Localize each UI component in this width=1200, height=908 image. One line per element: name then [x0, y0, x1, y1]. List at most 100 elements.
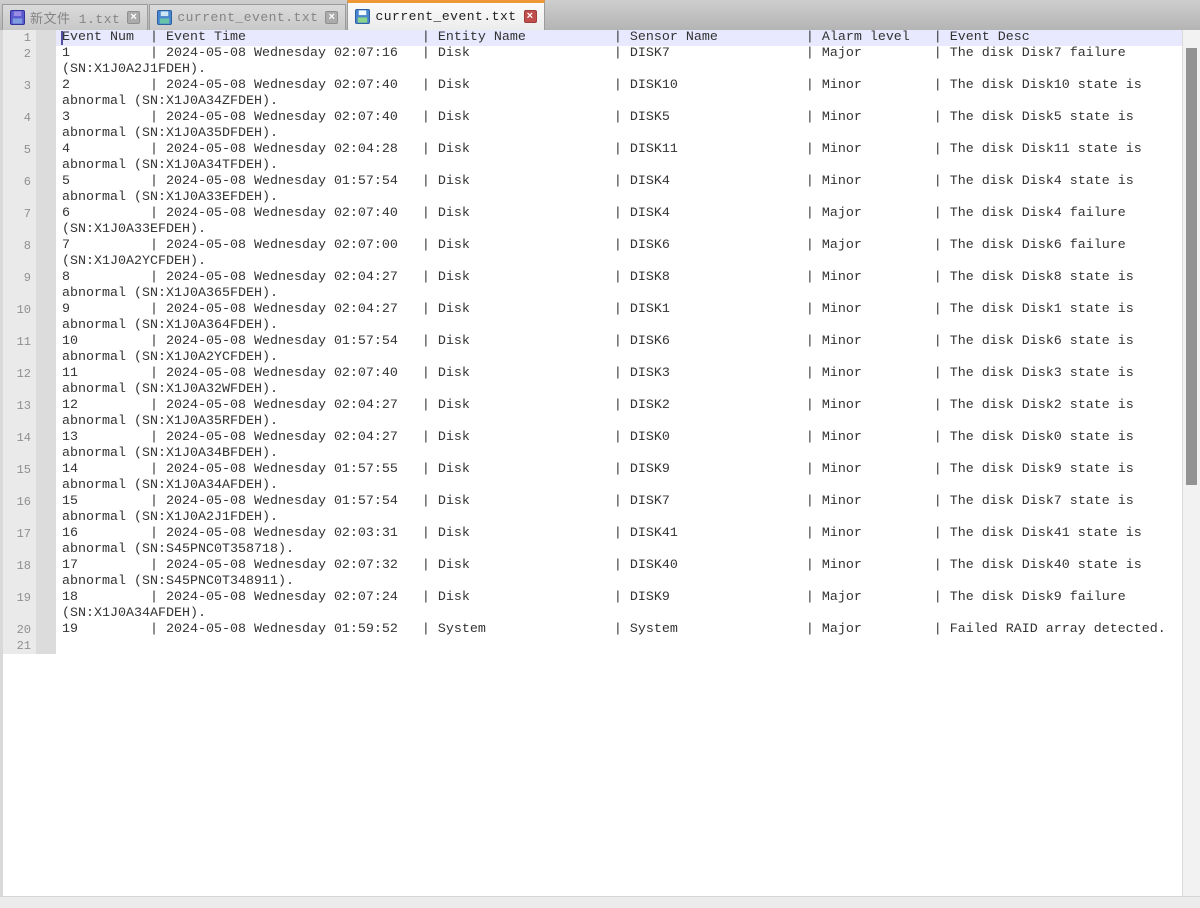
editor-row[interactable]: abnormal (SN:X1J0A2YCFDEH).: [3, 350, 1182, 366]
line-text[interactable]: abnormal (SN:X1J0A35DFDEH).: [56, 126, 1182, 142]
editor-row[interactable]: 1615 | 2024-05-08 Wednesday 01:57:54 | D…: [3, 494, 1182, 510]
tab-current-event-2-active[interactable]: current_event.txt ×: [347, 0, 544, 30]
close-icon[interactable]: ×: [325, 11, 338, 24]
editor-row[interactable]: 32 | 2024-05-08 Wednesday 02:07:40 | Dis…: [3, 78, 1182, 94]
editor-row[interactable]: abnormal (SN:S45PNC0T358718).: [3, 542, 1182, 558]
editor-row[interactable]: abnormal (SN:X1J0A35RFDEH).: [3, 414, 1182, 430]
line-text[interactable]: abnormal (SN:X1J0A364FDEH).: [56, 318, 1182, 334]
editor-row[interactable]: abnormal (SN:X1J0A364FDEH).: [3, 318, 1182, 334]
vertical-scrollbar[interactable]: [1182, 30, 1200, 896]
tab-current-event-1[interactable]: current_event.txt ×: [149, 4, 346, 30]
bookmark-margin: [36, 334, 56, 350]
line-text[interactable]: 6 | 2024-05-08 Wednesday 02:07:40 | Disk…: [56, 206, 1182, 222]
editor-row[interactable]: abnormal (SN:X1J0A33EFDEH).: [3, 190, 1182, 206]
line-text[interactable]: 4 | 2024-05-08 Wednesday 02:04:28 | Disk…: [56, 142, 1182, 158]
editor[interactable]: 1Event Num | Event Time | Entity Name | …: [0, 30, 1200, 896]
line-text[interactable]: 11 | 2024-05-08 Wednesday 02:07:40 | Dis…: [56, 366, 1182, 382]
tab-label: 新文件 1.txt: [30, 8, 120, 27]
line-text[interactable]: 18 | 2024-05-08 Wednesday 02:07:24 | Dis…: [56, 590, 1182, 606]
editor-row[interactable]: abnormal (SN:X1J0A34TFDEH).: [3, 158, 1182, 174]
line-text[interactable]: 19 | 2024-05-08 Wednesday 01:59:52 | Sys…: [56, 622, 1182, 638]
line-text[interactable]: abnormal (SN:X1J0A35RFDEH).: [56, 414, 1182, 430]
tab-new-file-1[interactable]: 新文件 1.txt ×: [2, 4, 148, 30]
editor-row[interactable]: (SN:X1J0A33EFDEH).: [3, 222, 1182, 238]
line-text[interactable]: abnormal (SN:X1J0A34TFDEH).: [56, 158, 1182, 174]
line-text[interactable]: 8 | 2024-05-08 Wednesday 02:04:27 | Disk…: [56, 270, 1182, 286]
line-text[interactable]: abnormal (SN:S45PNC0T348911).: [56, 574, 1182, 590]
editor-row[interactable]: 1817 | 2024-05-08 Wednesday 02:07:32 | D…: [3, 558, 1182, 574]
line-text[interactable]: [56, 638, 1182, 654]
line-text[interactable]: 16 | 2024-05-08 Wednesday 02:03:31 | Dis…: [56, 526, 1182, 542]
editor-row[interactable]: 43 | 2024-05-08 Wednesday 02:07:40 | Dis…: [3, 110, 1182, 126]
line-text[interactable]: 3 | 2024-05-08 Wednesday 02:07:40 | Disk…: [56, 110, 1182, 126]
line-text[interactable]: 7 | 2024-05-08 Wednesday 02:07:00 | Disk…: [56, 238, 1182, 254]
editor-row[interactable]: abnormal (SN:X1J0A2J1FDEH).: [3, 510, 1182, 526]
line-text[interactable]: Event Num | Event Time | Entity Name | S…: [56, 30, 1182, 46]
line-text[interactable]: abnormal (SN:X1J0A34AFDEH).: [56, 478, 1182, 494]
line-text[interactable]: 2 | 2024-05-08 Wednesday 02:07:40 | Disk…: [56, 78, 1182, 94]
line-text[interactable]: (SN:X1J0A33EFDEH).: [56, 222, 1182, 238]
bookmark-margin: [36, 542, 56, 558]
line-text[interactable]: 14 | 2024-05-08 Wednesday 01:57:55 | Dis…: [56, 462, 1182, 478]
line-number: 2: [3, 46, 36, 62]
window-bottom-edge: [0, 896, 1200, 908]
line-text[interactable]: abnormal (SN:S45PNC0T358718).: [56, 542, 1182, 558]
editor-row[interactable]: 1Event Num | Event Time | Entity Name | …: [3, 30, 1182, 46]
bookmark-margin: [36, 190, 56, 206]
line-text[interactable]: abnormal (SN:X1J0A33EFDEH).: [56, 190, 1182, 206]
editor-row[interactable]: abnormal (SN:S45PNC0T348911).: [3, 574, 1182, 590]
editor-row[interactable]: 1514 | 2024-05-08 Wednesday 01:57:55 | D…: [3, 462, 1182, 478]
editor-row[interactable]: 76 | 2024-05-08 Wednesday 02:07:40 | Dis…: [3, 206, 1182, 222]
bookmark-margin: [36, 206, 56, 222]
editor-row[interactable]: 98 | 2024-05-08 Wednesday 02:04:27 | Dis…: [3, 270, 1182, 286]
editor-row[interactable]: (SN:X1J0A34AFDEH).: [3, 606, 1182, 622]
line-text[interactable]: (SN:X1J0A2YCFDEH).: [56, 254, 1182, 270]
line-number: [3, 446, 36, 462]
editor-row[interactable]: (SN:X1J0A2J1FDEH).: [3, 62, 1182, 78]
editor-row[interactable]: (SN:X1J0A2YCFDEH).: [3, 254, 1182, 270]
editor-row[interactable]: 109 | 2024-05-08 Wednesday 02:04:27 | Di…: [3, 302, 1182, 318]
editor-row[interactable]: 1413 | 2024-05-08 Wednesday 02:04:27 | D…: [3, 430, 1182, 446]
editor-row[interactable]: 1716 | 2024-05-08 Wednesday 02:03:31 | D…: [3, 526, 1182, 542]
editor-row[interactable]: 54 | 2024-05-08 Wednesday 02:04:28 | Dis…: [3, 142, 1182, 158]
editor-row[interactable]: 2 1 | 2024-05-08 Wednesday 02:07:16 | Dis…: [3, 46, 1182, 62]
line-text[interactable]: abnormal (SN:X1J0A2J1FDEH).: [56, 510, 1182, 526]
line-text[interactable]: 12 | 2024-05-08 Wednesday 02:04:27 | Dis…: [56, 398, 1182, 414]
line-text[interactable]: 13 | 2024-05-08 Wednesday 02:04:27 | Dis…: [56, 430, 1182, 446]
editor-row[interactable]: 21: [3, 638, 1182, 654]
line-text[interactable]: 5 | 2024-05-08 Wednesday 01:57:54 | Disk…: [56, 174, 1182, 190]
caret: [61, 31, 63, 45]
editor-row[interactable]: abnormal (SN:X1J0A35DFDEH).: [3, 126, 1182, 142]
editor-row[interactable]: abnormal (SN:X1J0A365FDEH).: [3, 286, 1182, 302]
editor-row[interactable]: abnormal (SN:X1J0A34AFDEH).: [3, 478, 1182, 494]
line-text[interactable]: abnormal (SN:X1J0A32WFDEH).: [56, 382, 1182, 398]
editor-row[interactable]: abnormal (SN:X1J0A34ZFDEH).: [3, 94, 1182, 110]
line-text[interactable]: abnormal (SN:X1J0A34ZFDEH).: [56, 94, 1182, 110]
line-text[interactable]: 10 | 2024-05-08 Wednesday 01:57:54 | Dis…: [56, 334, 1182, 350]
line-text[interactable]: (SN:X1J0A34AFDEH).: [56, 606, 1182, 622]
line-text[interactable]: 15 | 2024-05-08 Wednesday 01:57:54 | Dis…: [56, 494, 1182, 510]
editor-row[interactable]: abnormal (SN:X1J0A34BFDEH).: [3, 446, 1182, 462]
close-icon[interactable]: ×: [524, 10, 537, 23]
editor-row[interactable]: 87 | 2024-05-08 Wednesday 02:07:00 | Dis…: [3, 238, 1182, 254]
line-text[interactable]: 1 | 2024-05-08 Wednesday 02:07:16 | Disk…: [56, 46, 1182, 62]
line-text[interactable]: abnormal (SN:X1J0A365FDEH).: [56, 286, 1182, 302]
editor-row[interactable]: 65 | 2024-05-08 Wednesday 01:57:54 | Dis…: [3, 174, 1182, 190]
editor-row[interactable]: 1918 | 2024-05-08 Wednesday 02:07:24 | D…: [3, 590, 1182, 606]
bookmark-margin: [36, 318, 56, 334]
line-text[interactable]: abnormal (SN:X1J0A2YCFDEH).: [56, 350, 1182, 366]
scrollbar-thumb[interactable]: [1186, 48, 1197, 485]
line-text[interactable]: (SN:X1J0A2J1FDEH).: [56, 62, 1182, 78]
editor-row[interactable]: 20 19 | 2024-05-08 Wednesday 01:59:52 | S…: [3, 622, 1182, 638]
editor-row[interactable]: 1211 | 2024-05-08 Wednesday 02:07:40 | D…: [3, 366, 1182, 382]
line-number: 20: [3, 622, 36, 638]
line-text[interactable]: 9 | 2024-05-08 Wednesday 02:04:27 | Disk…: [56, 302, 1182, 318]
close-icon[interactable]: ×: [127, 11, 140, 24]
line-number: [3, 158, 36, 174]
line-text[interactable]: abnormal (SN:X1J0A34BFDEH).: [56, 446, 1182, 462]
editor-row[interactable]: abnormal (SN:X1J0A32WFDEH).: [3, 382, 1182, 398]
text-area[interactable]: 1Event Num | Event Time | Entity Name | …: [3, 30, 1182, 654]
editor-row[interactable]: 1312 | 2024-05-08 Wednesday 02:04:27 | D…: [3, 398, 1182, 414]
editor-row[interactable]: 1110 | 2024-05-08 Wednesday 01:57:54 | D…: [3, 334, 1182, 350]
line-text[interactable]: 17 | 2024-05-08 Wednesday 02:07:32 | Dis…: [56, 558, 1182, 574]
